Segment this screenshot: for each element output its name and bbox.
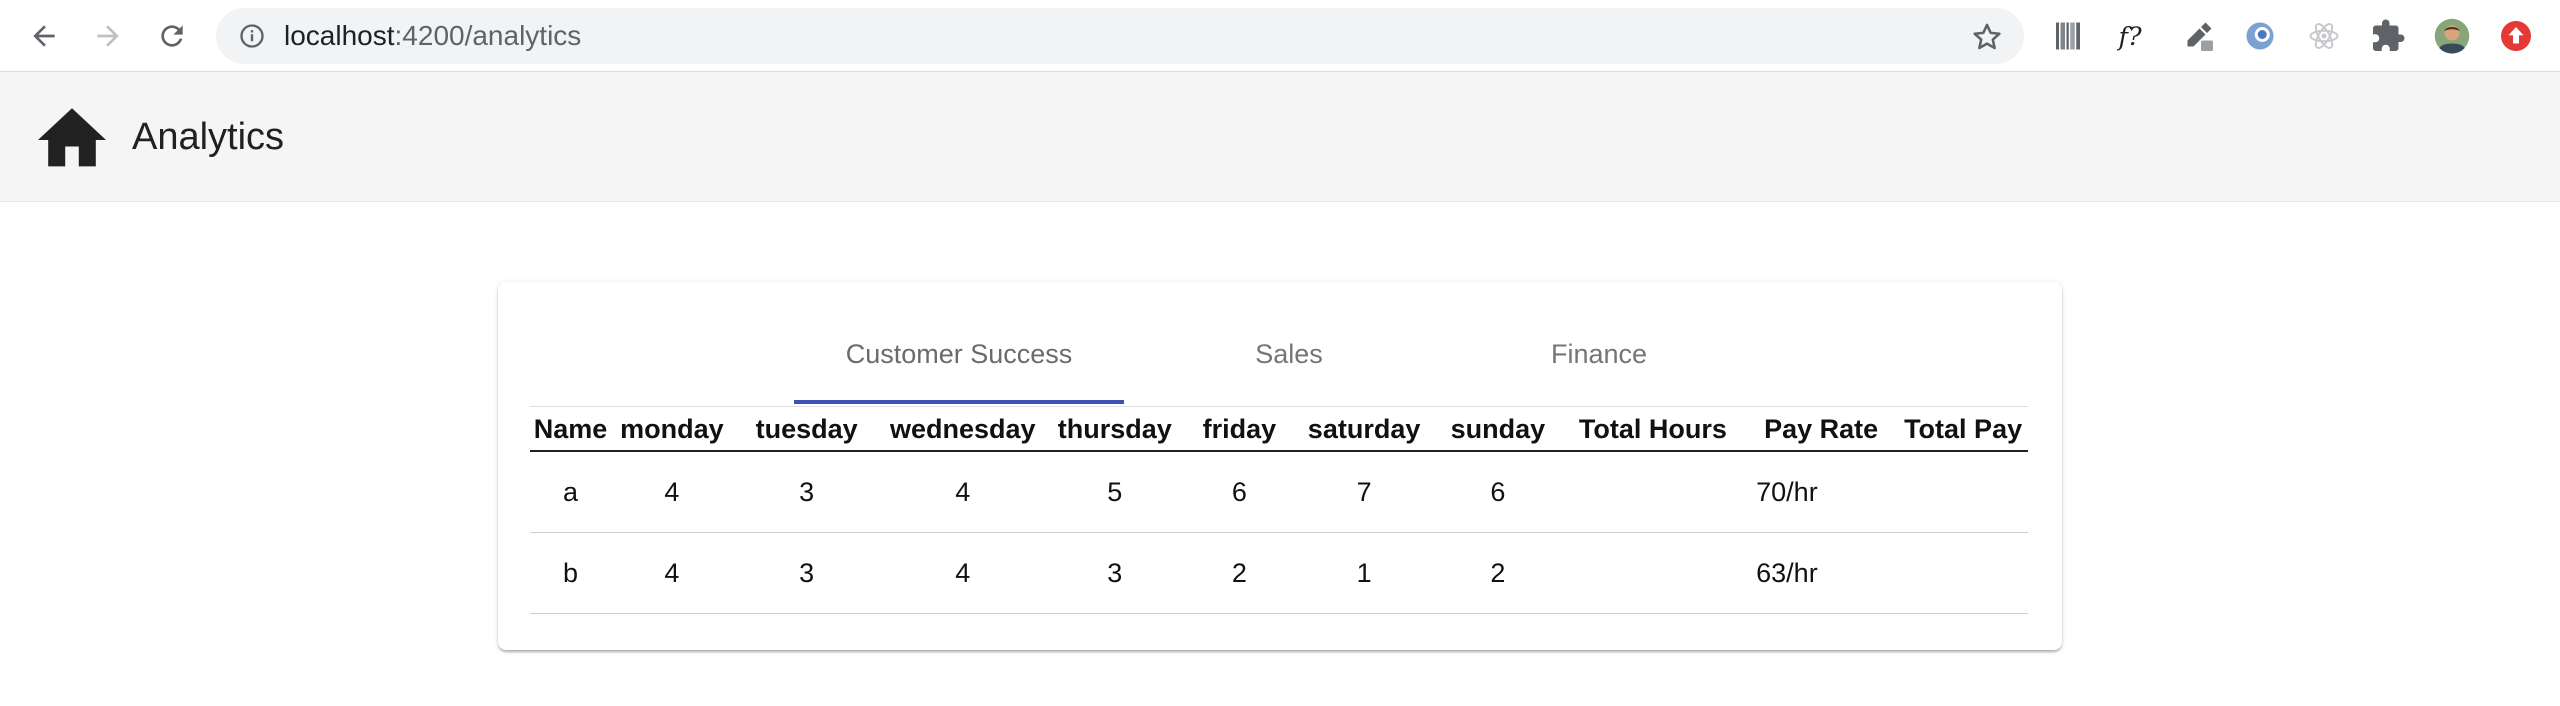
cell-saturday: 7: [1294, 451, 1435, 533]
cell-monday: 4: [611, 451, 733, 533]
cell-thursday: 5: [1044, 451, 1185, 533]
cell-total-pay: [1898, 451, 2028, 533]
back-button[interactable]: [20, 12, 68, 60]
bookmark-star-icon[interactable]: [1970, 20, 2004, 54]
back-arrow-icon: [33, 25, 55, 47]
url-text: localhost:4200/analytics: [284, 8, 581, 64]
barcode-icon[interactable]: [2046, 14, 2090, 58]
header-thursday[interactable]: thursday: [1044, 408, 1185, 452]
cell-pay-rate: 70/hr: [1744, 451, 1899, 533]
cell-tuesday: 3: [732, 451, 881, 533]
header-tuesday[interactable]: tuesday: [732, 408, 881, 452]
header-wednesday[interactable]: wednesday: [880, 408, 1045, 452]
reload-button[interactable]: [148, 12, 196, 60]
update-icon[interactable]: [2494, 14, 2538, 58]
address-bar[interactable]: localhost:4200/analytics: [216, 8, 2024, 64]
cell-monday: 4: [611, 532, 733, 614]
cell-name: b: [530, 532, 612, 614]
browser-toolbar: localhost:4200/analytics f?: [0, 0, 2560, 72]
cell-total-hours: [1561, 451, 1745, 533]
tab-divider: [530, 406, 2028, 407]
header-saturday[interactable]: saturday: [1294, 408, 1435, 452]
cell-wednesday: 4: [880, 532, 1045, 614]
cell-name: a: [530, 451, 612, 533]
site-info-icon[interactable]: [238, 22, 266, 50]
header-name[interactable]: Name: [530, 408, 612, 452]
reload-icon: [161, 25, 183, 47]
forward-button[interactable]: [84, 12, 132, 60]
profile-avatar[interactable]: [2430, 14, 2474, 58]
cell-friday: 6: [1184, 451, 1295, 533]
fx-icon[interactable]: f?: [2110, 14, 2154, 58]
header-friday[interactable]: friday: [1184, 408, 1295, 452]
header-monday[interactable]: monday: [611, 408, 733, 452]
active-tab-indicator: [794, 400, 1124, 404]
app-toolbar: Analytics: [0, 72, 2560, 202]
analytics-card: Customer Success Sales Finance Name mond…: [498, 282, 2062, 650]
cell-friday: 2: [1184, 532, 1295, 614]
cell-total-hours: [1561, 532, 1745, 614]
cell-saturday: 1: [1294, 532, 1435, 614]
forward-arrow-icon: [97, 25, 119, 47]
header-sunday[interactable]: sunday: [1434, 408, 1562, 452]
tab-finance[interactable]: Finance: [1454, 322, 1744, 386]
header-pay-rate[interactable]: Pay Rate: [1744, 408, 1899, 452]
header-total-pay[interactable]: Total Pay: [1898, 408, 2028, 452]
table-row: a 4 3 4 5 6 7 6 70/hr: [530, 451, 2028, 533]
table-row: b 4 3 4 3 2 1 2 63/hr: [530, 532, 2028, 614]
cell-pay-rate: 63/hr: [1744, 532, 1899, 614]
puzzle-icon[interactable]: [2366, 14, 2410, 58]
url-path: :4200/analytics: [394, 20, 582, 51]
header-total-hours[interactable]: Total Hours: [1561, 408, 1745, 452]
eyedropper-icon[interactable]: [2176, 14, 2220, 58]
url-host: localhost: [284, 20, 395, 51]
ring-extension-icon[interactable]: [2238, 14, 2282, 58]
cell-sunday: 6: [1434, 451, 1562, 533]
hours-table: Name monday tuesday wednesday thursday f…: [530, 408, 2028, 614]
react-icon[interactable]: [2302, 14, 2346, 58]
home-icon[interactable]: [38, 108, 106, 168]
page-title: Analytics: [132, 116, 285, 158]
svg-text:f?: f?: [2117, 22, 2142, 52]
cell-sunday: 2: [1434, 532, 1562, 614]
tab-customer-success[interactable]: Customer Success: [794, 322, 1124, 386]
cell-thursday: 3: [1044, 532, 1185, 614]
cell-total-pay: [1898, 532, 2028, 614]
cell-tuesday: 3: [732, 532, 881, 614]
tab-sales[interactable]: Sales: [1124, 322, 1454, 386]
table-header-row: Name monday tuesday wednesday thursday f…: [530, 408, 2028, 452]
cell-wednesday: 4: [880, 451, 1045, 533]
